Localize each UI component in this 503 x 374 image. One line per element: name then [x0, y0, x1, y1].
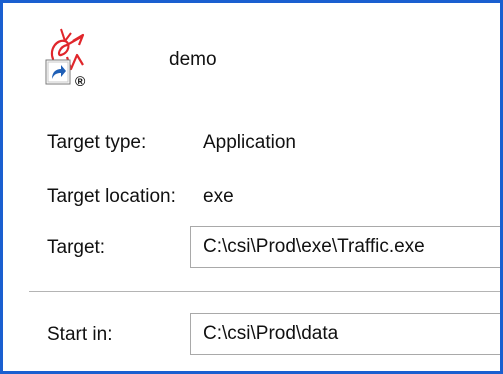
target-type-value: Application	[203, 132, 296, 153]
shortcut-name: demo	[169, 49, 217, 70]
target-label: Target:	[47, 237, 106, 258]
target-type-label: Target type:	[47, 132, 147, 153]
shortcut-properties-panel: ® demo Target type: Application Target l…	[0, 0, 503, 374]
separator	[29, 291, 500, 292]
shortcut-arrow-icon	[45, 59, 71, 85]
start-in-label: Start in:	[47, 324, 113, 345]
target-location-label: Target location:	[47, 186, 176, 207]
target-location-value: exe	[203, 186, 234, 207]
traffic-app-shortcut-icon: ®	[31, 21, 101, 91]
target-field[interactable]: C:\csi\Prod\exe\Traffic.exe	[190, 226, 500, 268]
registered-mark: ®	[75, 73, 86, 89]
start-in-field[interactable]: C:\csi\Prod\data	[190, 313, 500, 355]
